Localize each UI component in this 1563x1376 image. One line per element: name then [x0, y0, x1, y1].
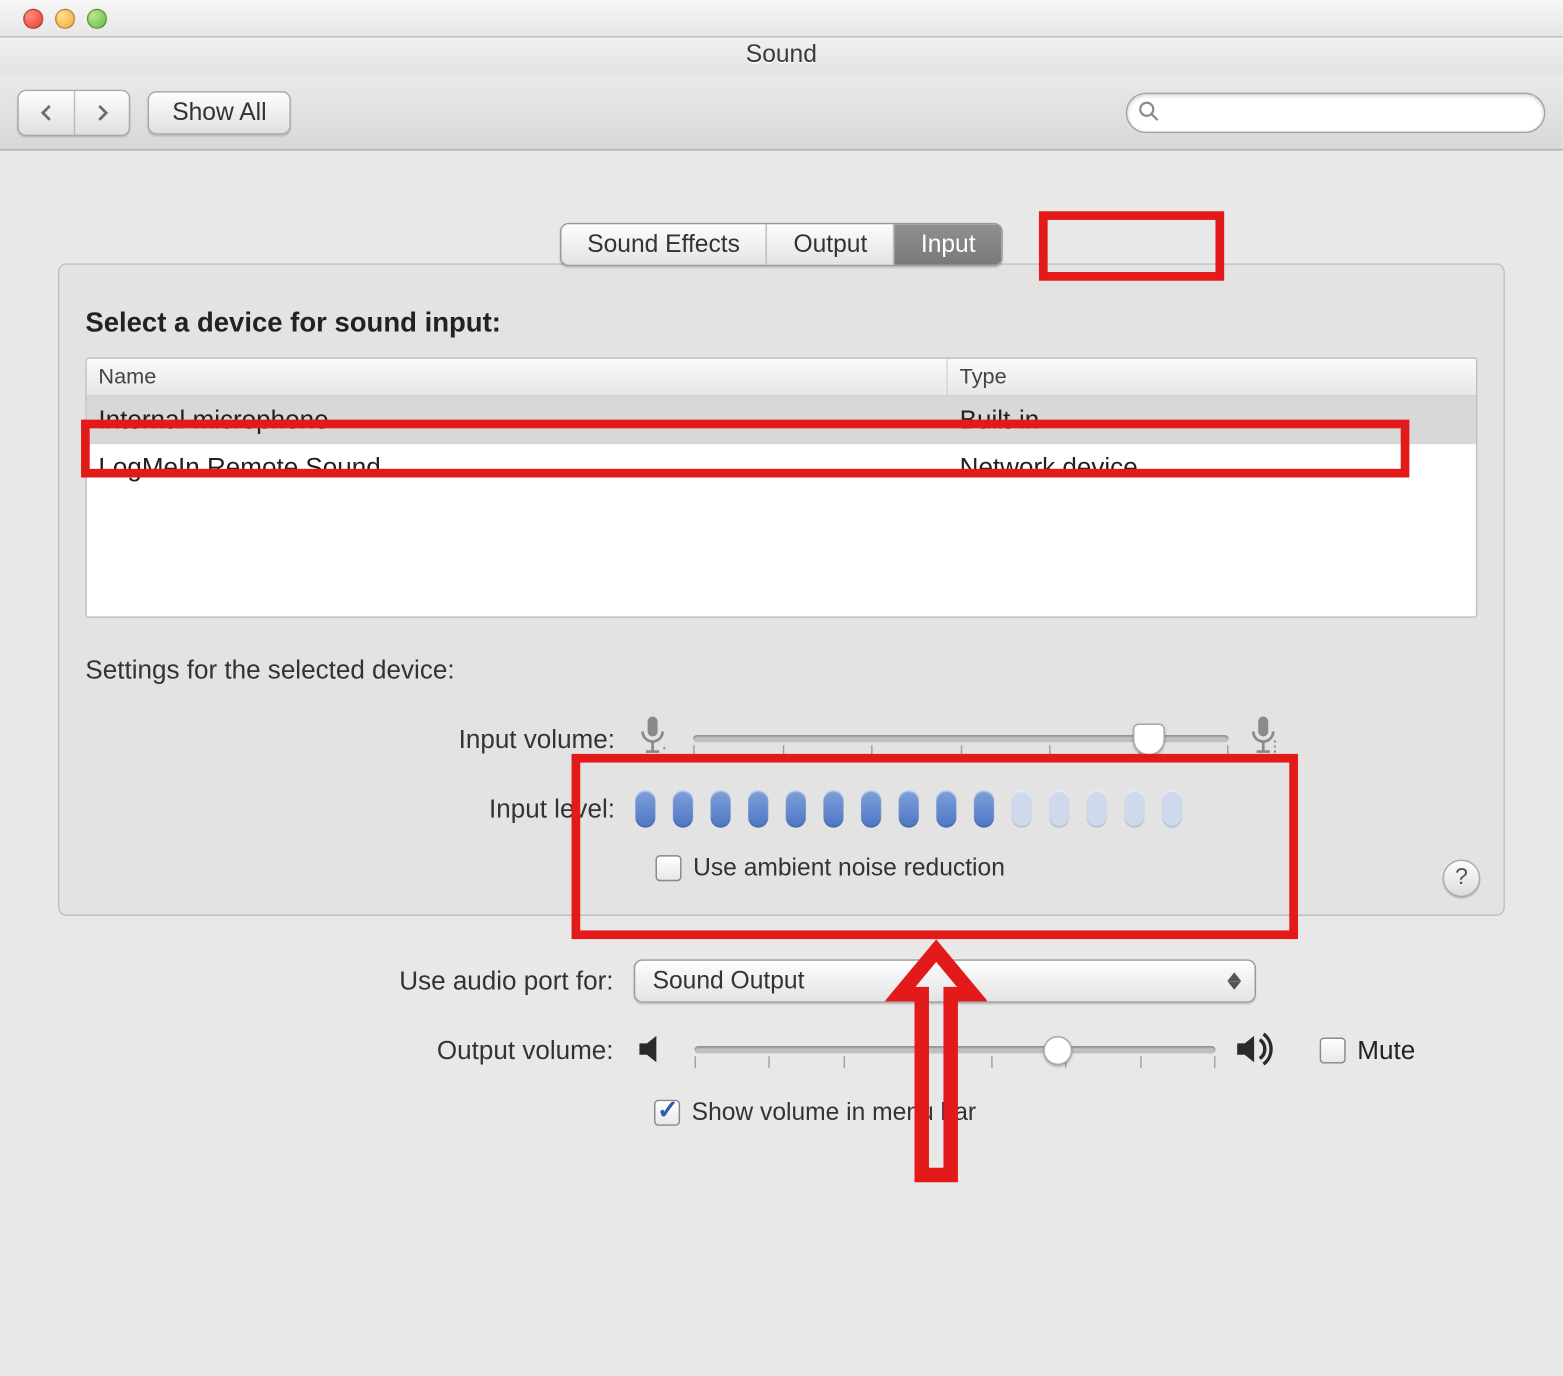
- select-device-heading: Select a device for sound input:: [85, 308, 1477, 340]
- microphone-low-icon: [635, 715, 676, 764]
- close-window-button[interactable]: [23, 9, 43, 29]
- mute-checkbox[interactable]: [1320, 1037, 1346, 1063]
- back-button[interactable]: [19, 90, 74, 133]
- input-level-label: Input level:: [85, 794, 635, 824]
- window-titlebar: [0, 0, 1563, 38]
- minimize-window-button[interactable]: [55, 9, 75, 29]
- search-input[interactable]: [1126, 92, 1546, 133]
- audio-port-label: Use audio port for:: [84, 966, 634, 996]
- audio-port-value: Sound Output: [653, 967, 805, 996]
- device-type: Network device: [948, 444, 1476, 492]
- input-volume-slider[interactable]: [693, 718, 1228, 761]
- settings-heading: Settings for the selected device:: [85, 655, 1477, 685]
- help-button[interactable]: ?: [1443, 860, 1481, 898]
- device-type: Built-in: [948, 396, 1476, 444]
- microphone-high-icon: [1246, 715, 1287, 764]
- audio-port-select[interactable]: Sound Output: [634, 959, 1256, 1002]
- device-row[interactable]: Internal microphoneBuilt-in: [87, 396, 1476, 444]
- output-volume-slider[interactable]: [695, 1029, 1216, 1072]
- output-volume-label: Output volume:: [84, 1035, 634, 1065]
- device-row[interactable]: LogMeIn Remote SoundNetwork device: [87, 444, 1476, 492]
- device-name: LogMeIn Remote Sound: [87, 444, 948, 492]
- show-volume-menubar-checkbox[interactable]: [654, 1100, 680, 1126]
- toolbar: Show All: [0, 75, 1563, 150]
- select-arrows-icon: [1223, 965, 1246, 997]
- zoom-window-button[interactable]: [87, 9, 107, 29]
- nav-back-forward: [17, 89, 130, 135]
- tab-sound-effects[interactable]: Sound Effects: [561, 224, 766, 265]
- ambient-noise-checkbox[interactable]: [655, 855, 681, 881]
- input-level-meter: [635, 790, 1182, 828]
- show-volume-menubar-label: Show volume in menu bar: [692, 1098, 976, 1127]
- mute-label: Mute: [1357, 1035, 1415, 1065]
- tab-input[interactable]: Input: [893, 224, 1001, 265]
- show-all-label: Show All: [172, 98, 266, 127]
- speaker-low-icon: [634, 1030, 677, 1071]
- device-name: Internal microphone: [87, 396, 948, 444]
- show-all-button[interactable]: Show All: [148, 90, 292, 133]
- speaker-high-icon: [1233, 1030, 1276, 1071]
- device-table: Name Type Internal microphoneBuilt-inLog…: [85, 357, 1477, 617]
- search-icon: [1137, 99, 1160, 122]
- input-volume-label: Input volume:: [85, 724, 635, 754]
- tab-output[interactable]: Output: [766, 224, 893, 265]
- input-settings-group: Select a device for sound input: Name Ty…: [58, 263, 1505, 916]
- window-title: Sound: [746, 41, 817, 68]
- forward-button[interactable]: [74, 90, 129, 133]
- column-header-type[interactable]: Type: [948, 359, 1476, 395]
- column-header-name[interactable]: Name: [87, 359, 948, 395]
- ambient-noise-label: Use ambient noise reduction: [693, 854, 1005, 883]
